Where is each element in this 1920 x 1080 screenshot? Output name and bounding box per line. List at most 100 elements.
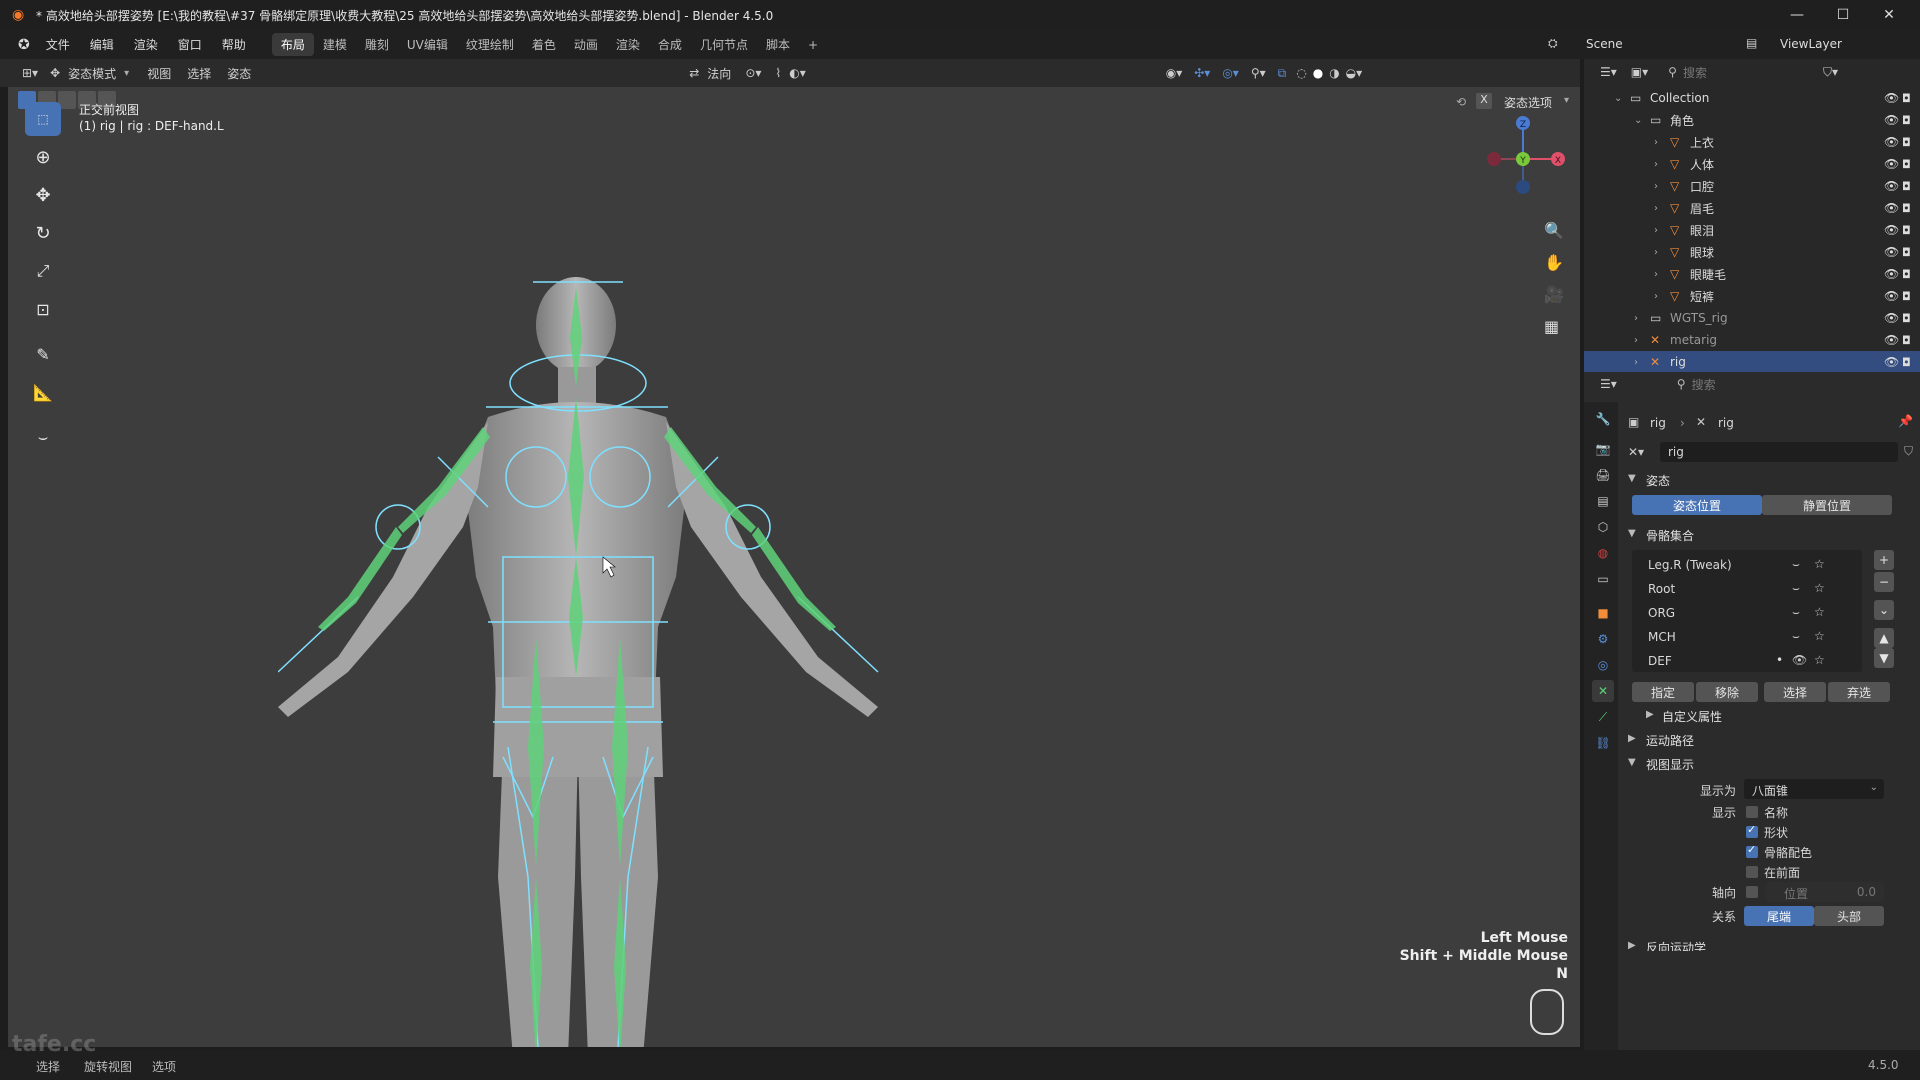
move-tool[interactable]: ✥ [25, 178, 61, 212]
visibility-eye-icon[interactable]: 👁 [1884, 157, 1899, 171]
motion-paths-header[interactable]: 运动路径 [1646, 732, 1694, 749]
expand-arrow-icon[interactable]: › [1634, 313, 1638, 324]
visibility-eye-icon[interactable]: 👁 [1884, 355, 1899, 369]
outliner-row[interactable]: › ▽ 眉毛 👁 ◘ [1584, 197, 1920, 219]
solo-star-icon[interactable]: ☆ [1814, 629, 1825, 643]
render-camera-icon[interactable]: ◘ [1902, 356, 1911, 369]
menu-select[interactable]: 选择 [179, 65, 219, 82]
move-up-button[interactable]: ▲ [1874, 628, 1894, 648]
tab-sculpting[interactable]: 雕刻 [356, 33, 398, 56]
solo-star-icon[interactable]: ☆ [1814, 653, 1825, 667]
pivot-icon[interactable]: ⊙▾ [745, 66, 761, 80]
expand-arrow-icon[interactable]: › [1654, 137, 1658, 148]
render-camera-icon[interactable]: ◘ [1902, 202, 1911, 215]
assign-button[interactable]: 指定 [1632, 682, 1694, 702]
visibility-eye-icon[interactable]: 👁 [1884, 289, 1899, 303]
tab-uv-editing[interactable]: UV编辑 [398, 33, 457, 56]
outliner-row[interactable]: ⌄ ▭ 角色 👁 ◘ [1584, 109, 1920, 131]
render-camera-icon[interactable]: ◘ [1902, 180, 1911, 193]
menu-help[interactable]: 帮助 [212, 36, 256, 53]
view-layer-tab-icon[interactable]: ▤ [1592, 490, 1614, 512]
bone-collection-item[interactable]: ORG ⌣ ☆ [1632, 602, 1862, 624]
menu-window[interactable]: 窗口 [168, 36, 212, 53]
expand-arrow-icon[interactable]: › [1654, 247, 1658, 258]
snap-icon[interactable]: ⌇ [775, 66, 781, 80]
gizmo-toggle-icon[interactable]: ✣▾ [1194, 66, 1210, 80]
measure-tool[interactable]: 📐 [25, 375, 61, 409]
outliner-search-input[interactable]: 搜索 [1683, 64, 1763, 81]
select-button[interactable]: 选择 [1764, 682, 1826, 702]
navigation-gizmo[interactable]: Z X Y [1478, 107, 1568, 197]
scene-selector[interactable]: Scene [1586, 37, 1623, 51]
menu-pose[interactable]: 姿态 [219, 65, 259, 82]
editor-type-icon[interactable]: ⊞▾ [22, 66, 38, 80]
visibility-eye-icon[interactable]: 👁 [1884, 113, 1899, 127]
3d-viewport[interactable]: 正交前视图 (1) rig | rig : DEF-hand.L ⬚ ⊕ ✥ ↻… [8, 87, 1580, 1047]
expand-arrow-icon[interactable]: ⌄ [1614, 93, 1622, 104]
bone-collections-list[interactable]: Leg.R (Tweak) ⌣ ☆ Root ⌣ ☆ ORG ⌣ ☆ MCH ⌣ ☆ DEF • 👁 ☆ [1632, 550, 1862, 672]
collection-tab-icon[interactable]: ▭ [1592, 568, 1614, 590]
show-option-checkbox[interactable] [1746, 866, 1758, 878]
axes-position-field[interactable]: 位置 0.0 [1766, 882, 1884, 902]
expand-arrow-icon[interactable]: › [1654, 203, 1658, 214]
tab-scripting[interactable]: 脚本 [757, 33, 799, 56]
visibility-eye-icon[interactable]: 👁 [1884, 267, 1899, 281]
proportional-edit-icon[interactable]: ◐▾ [789, 66, 806, 80]
mode-selector[interactable]: 姿态模式 [60, 65, 124, 82]
display-as-dropdown[interactable]: 八面锥 ⌄ [1744, 779, 1884, 799]
world-tab-icon[interactable]: ◍ [1592, 542, 1614, 564]
add-workspace-button[interactable]: + [799, 35, 827, 55]
visibility-eye-icon[interactable]: 👁 [1792, 653, 1807, 667]
bone-collection-item[interactable]: Leg.R (Tweak) ⌣ ☆ [1632, 554, 1862, 576]
select-box-tool[interactable]: ⬚ [25, 102, 61, 136]
pose-options-snap-icon[interactable]: ⟲ [1456, 95, 1466, 109]
cursor-tool[interactable]: ⊕ [25, 140, 61, 174]
overlays-icon[interactable]: ◎▾ [1222, 66, 1239, 80]
bone-collection-item[interactable]: DEF • 👁 ☆ [1632, 650, 1862, 672]
pose-section-header[interactable]: 姿态 [1646, 472, 1670, 489]
scale-tool[interactable]: ⤢ [25, 254, 61, 288]
wireframe-shading-icon[interactable]: ◌ [1296, 66, 1306, 80]
expand-arrow-icon[interactable]: › [1634, 357, 1638, 368]
move-down-button[interactable]: ▼ [1874, 648, 1894, 668]
tab-texture-paint[interactable]: 纹理绘制 [457, 33, 523, 56]
properties-editor-icon[interactable]: ☰▾ [1600, 377, 1617, 391]
expand-arrow-icon[interactable]: › [1654, 159, 1658, 170]
armature-data-tab-icon[interactable]: ✕ [1592, 680, 1614, 702]
blender-menu-icon[interactable]: ✪ [18, 37, 30, 53]
remove-button[interactable]: 移除 [1696, 682, 1758, 702]
outliner-row[interactable]: › ▽ 上衣 👁 ◘ [1584, 131, 1920, 153]
tab-modeling[interactable]: 建模 [314, 33, 356, 56]
hidden-eye-icon[interactable]: ⌣ [1792, 581, 1800, 596]
inverse-kinematics-header[interactable]: 反向运动学 [1646, 939, 1706, 951]
bone-collections-header[interactable]: 骨骼集合 [1646, 527, 1694, 544]
fake-user-shield-icon[interactable]: ⛉ [1904, 444, 1913, 459]
rotate-tool[interactable]: ↻ [25, 216, 61, 250]
object-tab-icon[interactable]: ■ [1592, 602, 1614, 624]
outliner-row[interactable]: › ▽ 口腔 👁 ◘ [1584, 175, 1920, 197]
annotate-tool[interactable]: ✎ [25, 337, 61, 371]
outliner-row[interactable]: › ✕ metarig 👁 ◘ [1584, 329, 1920, 351]
camera-view-icon[interactable]: 🎥 [1544, 285, 1564, 304]
axes-checkbox[interactable] [1746, 886, 1758, 898]
bone-collection-item[interactable]: Root ⌣ ☆ [1632, 578, 1862, 600]
tab-shading[interactable]: 着色 [523, 33, 565, 56]
outliner-row[interactable]: › ▽ 眼球 👁 ◘ [1584, 241, 1920, 263]
tool-tab-icon[interactable]: 🔧 [1592, 408, 1614, 430]
show-option-checkbox[interactable] [1746, 823, 1758, 838]
outliner-editor-icon[interactable]: ☰▾ [1600, 65, 1617, 79]
expand-arrow-icon[interactable]: › [1634, 335, 1638, 346]
bone-overlay-icon[interactable]: ⚲▾ [1251, 66, 1266, 80]
xray-icon[interactable]: ⧉ [1278, 66, 1287, 81]
show-option-checkbox[interactable] [1746, 843, 1758, 858]
tab-geometry-nodes[interactable]: 几何节点 [691, 33, 757, 56]
tab-layout[interactable]: 布局 [271, 33, 314, 56]
outliner-row[interactable]: › ▽ 眼睫毛 👁 ◘ [1584, 263, 1920, 285]
outliner-row[interactable]: › ✕ rig 👁 ◘ [1584, 351, 1920, 373]
render-camera-icon[interactable]: ◘ [1902, 312, 1911, 325]
armature-browse-icon[interactable]: ✕▾ [1628, 445, 1644, 459]
visibility-eye-icon[interactable]: 👁 [1884, 223, 1899, 237]
hidden-eye-icon[interactable]: ⌣ [1792, 629, 1800, 644]
expand-arrow-icon[interactable]: › [1654, 181, 1658, 192]
outliner-row[interactable]: › ▽ 人体 👁 ◘ [1584, 153, 1920, 175]
